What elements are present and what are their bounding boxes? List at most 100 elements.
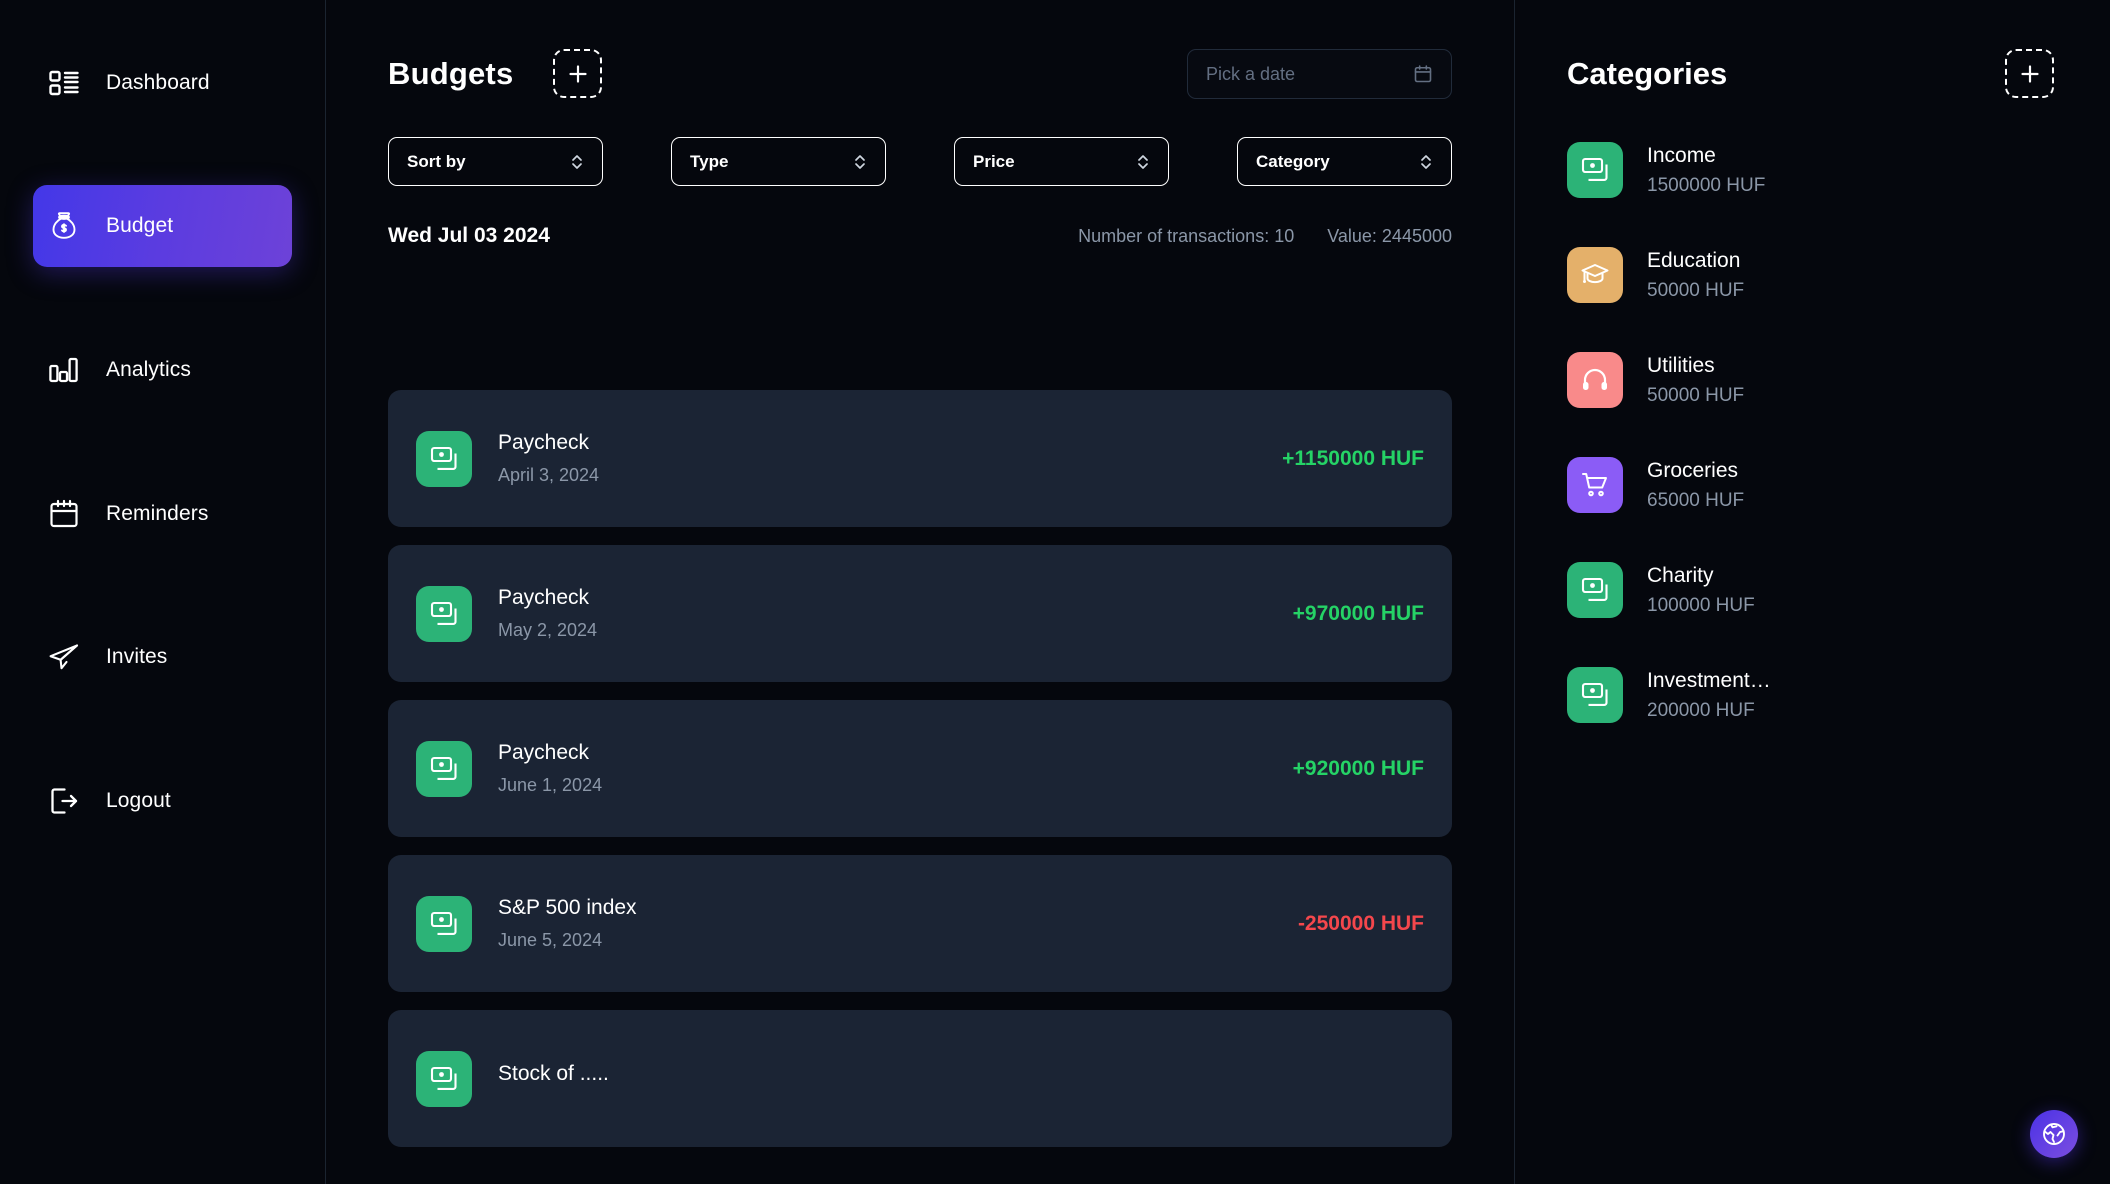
money-icon <box>416 1050 472 1107</box>
sidebar-item-label: Dashboard <box>106 71 210 94</box>
transaction-amount: +920000 HUF <box>1292 756 1424 780</box>
category-list: Income 1500000 HUF Education 50000 HUF U… <box>1515 98 2110 723</box>
page-title: Budgets <box>388 55 514 91</box>
date-picker[interactable]: Pick a date <box>1187 49 1452 99</box>
transaction-date: June 1, 2024 <box>498 775 603 795</box>
calendar-icon <box>1414 65 1432 83</box>
transaction-amount: +1150000 HUF <box>1282 446 1424 470</box>
chevron-updown-icon <box>1421 154 1431 169</box>
summary-day: Wed Jul 03 2024 <box>388 224 550 247</box>
dashboard-icon <box>46 65 82 101</box>
main-panel: Budgets Pick a date Sort by Type Price C… <box>326 0 1515 1184</box>
filter-label: Sort by <box>407 151 466 171</box>
transaction-name: S&P 500 index <box>498 896 637 919</box>
add-category-button[interactable] <box>2005 49 2054 98</box>
category-value: 65000 HUF <box>1647 489 1745 511</box>
globe-icon <box>2043 1123 2065 1145</box>
money-icon <box>1567 562 1623 618</box>
sidebar-item-label: Analytics <box>106 358 191 381</box>
transaction-amount: -250000 HUF <box>1297 911 1424 935</box>
filter-bar: Sort by Type Price Category <box>326 98 1514 186</box>
filter-sort-by[interactable]: Sort by <box>388 137 603 186</box>
money-icon <box>416 740 472 797</box>
graduation-cap-icon <box>1567 247 1623 303</box>
money-icon <box>416 585 472 642</box>
sidebar-item-reminders[interactable]: Reminders <box>0 473 325 555</box>
plus-icon <box>2020 64 2039 83</box>
transaction-name: Paycheck <box>498 431 590 454</box>
category-value: 1500000 HUF <box>1647 174 1766 196</box>
paper-plane-icon <box>46 639 82 675</box>
chevron-updown-icon <box>572 154 582 169</box>
category-name: Income <box>1647 143 1716 167</box>
sidebar-item-label: Invites <box>106 645 168 668</box>
category-value: 200000 HUF <box>1647 699 1755 721</box>
filter-category[interactable]: Category <box>1237 137 1452 186</box>
money-icon <box>416 430 472 487</box>
sidebar-item-logout[interactable]: Logout <box>0 760 325 842</box>
chevron-updown-icon <box>855 154 865 169</box>
category-item-groceries[interactable]: Groceries 65000 HUF <box>1567 457 2058 513</box>
transaction-date: May 2, 2024 <box>498 620 598 640</box>
category-name: Education <box>1647 248 1741 272</box>
date-picker-placeholder: Pick a date <box>1206 63 1296 84</box>
summary-value: Value: 2445000 <box>1327 226 1452 246</box>
categories-title: Categories <box>1567 55 1728 91</box>
globe-fab-button[interactable] <box>2030 1110 2078 1158</box>
category-value: 50000 HUF <box>1647 279 1745 301</box>
sidebar-item-invites[interactable]: Invites <box>0 616 325 698</box>
category-name: Charity <box>1647 563 1714 587</box>
headphones-icon <box>1567 352 1623 408</box>
filter-label: Type <box>690 151 729 171</box>
category-item-education[interactable]: Education 50000 HUF <box>1567 247 2058 303</box>
summary-row: Wed Jul 03 2024 Number of transactions: … <box>326 186 1514 248</box>
filter-label: Price <box>973 151 1015 171</box>
category-value: 100000 HUF <box>1647 594 1755 616</box>
money-icon <box>1567 667 1623 723</box>
category-name: Utilities <box>1647 353 1715 377</box>
categories-panel: Categories Income 1500000 HUF Education … <box>1515 0 2110 1184</box>
filter-label: Category <box>1256 151 1330 171</box>
bar-chart-icon <box>46 352 82 388</box>
filter-type[interactable]: Type <box>671 137 886 186</box>
chevron-updown-icon <box>1138 154 1148 169</box>
sidebar-item-budget[interactable]: Budget <box>33 185 292 267</box>
sidebar-item-label: Reminders <box>106 502 209 525</box>
money-icon <box>416 895 472 952</box>
category-item-utilities[interactable]: Utilities 50000 HUF <box>1567 352 2058 408</box>
sidebar-item-analytics[interactable]: Analytics <box>0 329 325 411</box>
shopping-cart-icon <box>1567 457 1623 513</box>
calendar-icon <box>46 496 82 532</box>
transaction-row[interactable]: S&P 500 index June 5, 2024 -250000 HUF <box>388 855 1452 992</box>
transaction-name: Paycheck <box>498 586 590 609</box>
category-item-charity[interactable]: Charity 100000 HUF <box>1567 562 2058 618</box>
transaction-amount: +970000 HUF <box>1292 601 1424 625</box>
category-name: Investment… <box>1647 668 1771 692</box>
add-budget-button[interactable] <box>553 49 603 98</box>
transaction-date: April 3, 2024 <box>498 465 600 485</box>
sidebar-item-dashboard[interactable]: Dashboard <box>0 42 325 124</box>
categories-header: Categories <box>1515 0 2110 98</box>
category-value: 50000 HUF <box>1647 384 1745 406</box>
category-name: Groceries <box>1647 458 1739 482</box>
transaction-list[interactable]: Paycheck April 3, 2024 +1150000 HUF Payc… <box>326 358 1514 1148</box>
transaction-row[interactable]: Paycheck April 3, 2024 +1150000 HUF <box>388 390 1452 527</box>
money-icon <box>1567 142 1623 198</box>
transaction-row[interactable]: Paycheck May 2, 2024 +970000 HUF <box>388 545 1452 682</box>
transaction-name: Paycheck <box>498 741 590 764</box>
transaction-date: June 5, 2024 <box>498 930 603 950</box>
transaction-row[interactable]: Stock of ..... <box>388 1010 1452 1147</box>
money-bag-icon <box>46 208 82 244</box>
logout-icon <box>46 783 82 819</box>
main-header: Budgets Pick a date <box>326 0 1514 99</box>
sidebar: Dashboard Budget Analytics Reminders Inv… <box>0 0 326 1184</box>
filter-price[interactable]: Price <box>954 137 1169 186</box>
sidebar-item-label: Logout <box>106 789 171 812</box>
category-item-investment[interactable]: Investment… 200000 HUF <box>1567 667 2058 723</box>
summary-transaction-count: Number of transactions: 10 <box>1078 226 1295 246</box>
app-root: Dashboard Budget Analytics Reminders Inv… <box>0 0 2110 1184</box>
plus-icon <box>569 64 587 83</box>
transaction-row[interactable]: Paycheck June 1, 2024 +920000 HUF <box>388 700 1452 837</box>
category-item-income[interactable]: Income 1500000 HUF <box>1567 142 2058 198</box>
sidebar-item-label: Budget <box>106 214 174 237</box>
